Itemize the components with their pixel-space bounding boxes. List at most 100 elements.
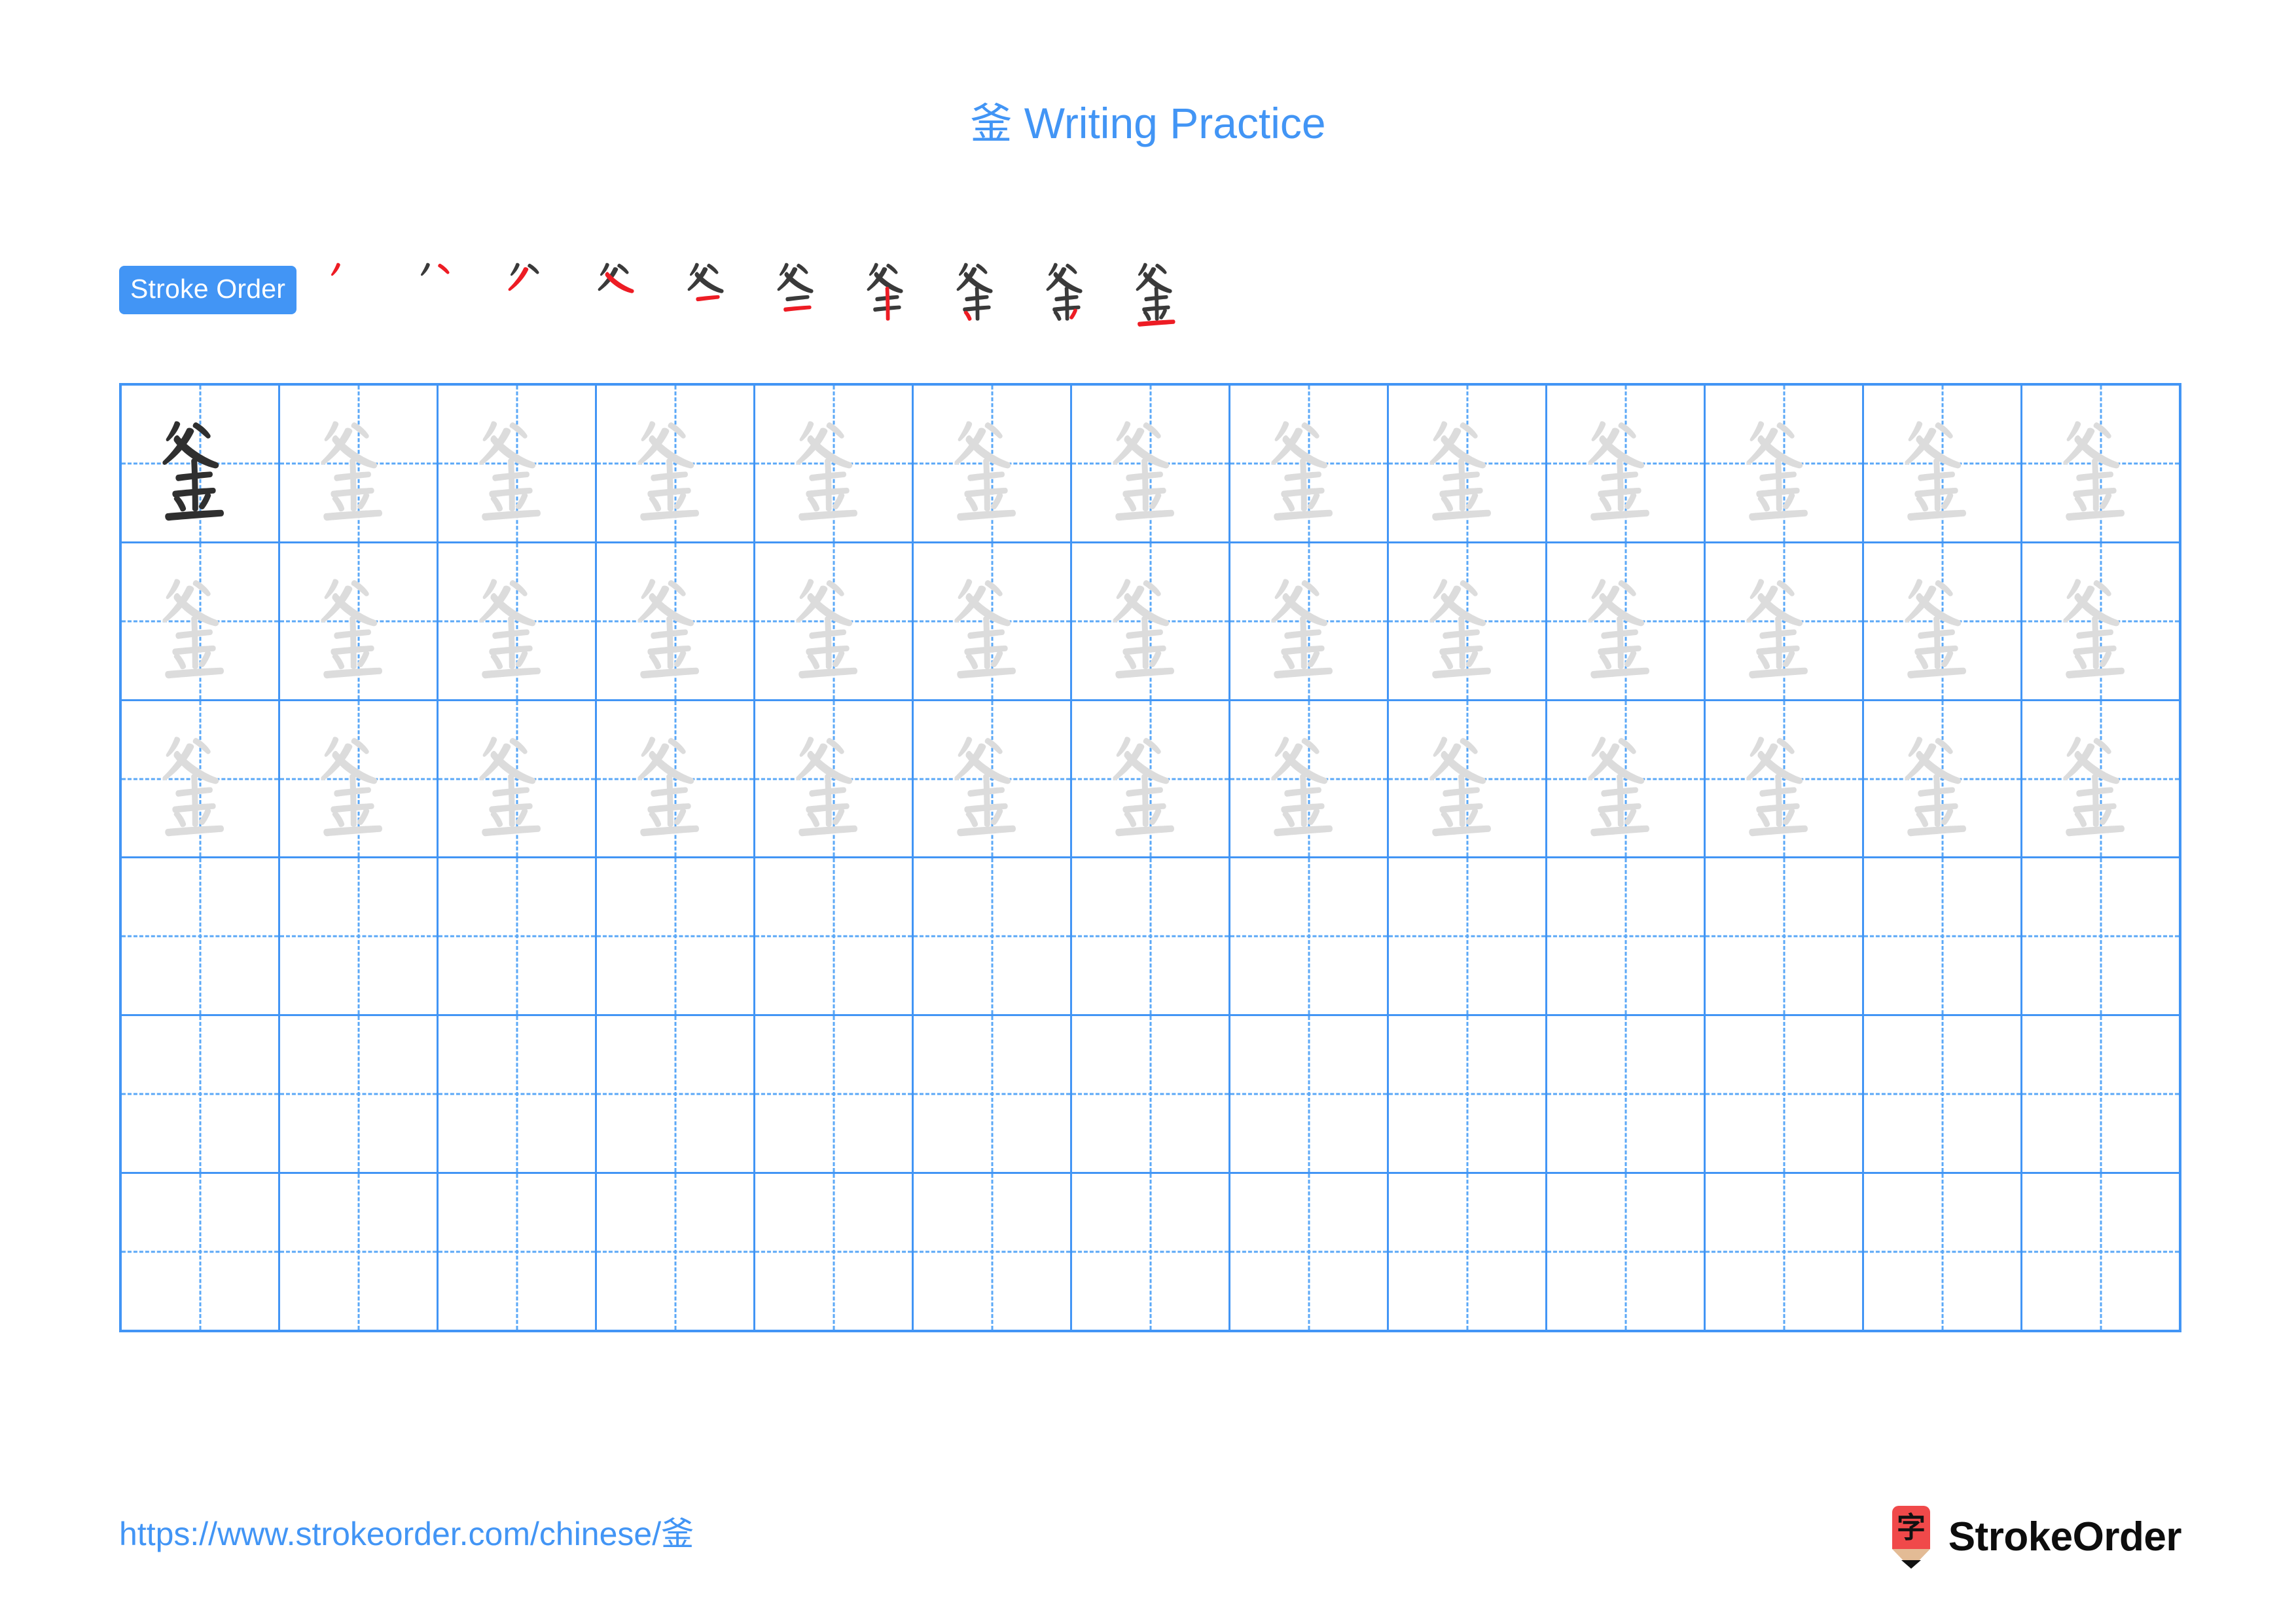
practice-cell[interactable] [439, 1016, 597, 1173]
footer-url-link[interactable]: https://www.strokeorder.com/chinese/釜 [119, 1518, 694, 1550]
practice-cell[interactable] [1547, 386, 1706, 541]
practice-cell[interactable] [755, 701, 914, 857]
brand-name: StrokeOrder [1948, 1514, 2182, 1559]
practice-cell[interactable] [755, 543, 914, 699]
practice-cell[interactable] [1864, 1174, 2022, 1330]
practice-cell[interactable] [1389, 1174, 1547, 1330]
practice-cell[interactable] [1547, 701, 1706, 857]
practice-cell[interactable] [1230, 543, 1389, 699]
practice-cell[interactable] [1864, 701, 2022, 857]
stroke-order-stage [936, 248, 1026, 332]
practice-cell[interactable] [2022, 858, 2179, 1014]
practice-cell[interactable] [1072, 1174, 1230, 1330]
practice-cell[interactable] [1864, 858, 2022, 1015]
practice-cell[interactable] [1072, 858, 1230, 1015]
practice-cell[interactable] [439, 701, 597, 857]
practice-cell[interactable] [280, 386, 439, 541]
practice-cell[interactable] [1389, 701, 1547, 857]
practice-cell[interactable] [1230, 1174, 1389, 1330]
stroke-order-badge: Stroke Order [119, 266, 297, 314]
practice-cell[interactable] [597, 386, 755, 541]
practice-cell[interactable] [597, 543, 755, 699]
practice-cell[interactable] [280, 701, 439, 857]
practice-cell[interactable] [597, 1174, 755, 1330]
practice-cell[interactable] [2022, 543, 2179, 699]
practice-cell[interactable] [755, 1016, 914, 1173]
practice-cell[interactable] [439, 1174, 597, 1330]
trace-character [1706, 701, 1862, 857]
practice-cell[interactable] [1389, 1016, 1547, 1173]
stroke-order-stage [577, 248, 667, 332]
practice-cell[interactable] [1864, 386, 2022, 541]
practice-cell[interactable] [1706, 1016, 1864, 1173]
practice-cell[interactable] [122, 1016, 280, 1173]
practice-cell[interactable] [755, 386, 914, 541]
practice-cell[interactable] [914, 858, 1072, 1015]
practice-cell[interactable] [914, 543, 1072, 699]
stroke-order-stage [757, 248, 846, 332]
practice-cell[interactable] [1230, 386, 1389, 541]
trace-character [1547, 543, 1704, 699]
practice-cell[interactable] [1072, 701, 1230, 857]
practice-cell[interactable] [2022, 701, 2179, 857]
practice-cell[interactable] [122, 386, 280, 541]
practice-cell[interactable] [755, 858, 914, 1015]
practice-cell[interactable] [280, 1016, 439, 1173]
practice-cell[interactable] [914, 701, 1072, 857]
practice-cell[interactable] [439, 543, 597, 699]
practice-cell[interactable] [1864, 1016, 2022, 1173]
practice-grid-row [122, 1016, 2179, 1175]
practice-cell[interactable] [280, 1174, 439, 1330]
practice-cell[interactable] [1072, 386, 1230, 541]
practice-cell[interactable] [122, 858, 280, 1015]
practice-cell[interactable] [122, 1174, 280, 1330]
practice-cell[interactable] [914, 1174, 1072, 1330]
trace-character [1864, 543, 2020, 699]
practice-cell[interactable] [597, 1016, 755, 1173]
practice-cell[interactable] [597, 858, 755, 1015]
trace-character [1864, 701, 2020, 857]
stroke-order-sequence [308, 248, 1205, 332]
practice-cell[interactable] [1706, 543, 1864, 699]
practice-cell[interactable] [914, 386, 1072, 541]
practice-cell[interactable] [1389, 386, 1547, 541]
practice-cell[interactable] [1389, 543, 1547, 699]
practice-cell[interactable] [597, 701, 755, 857]
trace-character [1389, 543, 1545, 699]
practice-cell[interactable] [1072, 543, 1230, 699]
practice-cell[interactable] [1072, 1016, 1230, 1173]
trace-character [1547, 701, 1704, 857]
practice-cell[interactable] [1547, 1016, 1706, 1173]
practice-cell[interactable] [122, 701, 280, 857]
trace-character [2022, 386, 2179, 541]
practice-cell[interactable] [2022, 386, 2179, 541]
practice-cell[interactable] [439, 386, 597, 541]
practice-cell[interactable] [1706, 1174, 1864, 1330]
practice-cell[interactable] [1547, 1174, 1706, 1330]
practice-cell[interactable] [914, 1016, 1072, 1173]
practice-cell[interactable] [1547, 858, 1706, 1015]
page-title: 釜 Writing Practice [0, 101, 2296, 145]
practice-cell[interactable] [1547, 543, 1706, 699]
trace-character [280, 386, 437, 541]
brand-logo[interactable]: 字 StrokeOrder [1888, 1506, 2182, 1569]
practice-cell[interactable] [280, 543, 439, 699]
practice-cell[interactable] [122, 543, 280, 699]
practice-cell[interactable] [1706, 386, 1864, 541]
practice-cell[interactable] [1706, 858, 1864, 1015]
practice-cell[interactable] [1706, 701, 1864, 857]
trace-character [2022, 701, 2179, 857]
practice-cell[interactable] [1230, 1016, 1389, 1173]
practice-grid-row [122, 386, 2179, 543]
practice-cell[interactable] [1864, 543, 2022, 699]
practice-cell[interactable] [280, 858, 439, 1015]
practice-cell[interactable] [439, 858, 597, 1015]
practice-cell[interactable] [1389, 858, 1547, 1015]
practice-cell[interactable] [1230, 701, 1389, 857]
practice-cell[interactable] [2022, 1016, 2179, 1172]
practice-cell[interactable] [1230, 858, 1389, 1015]
trace-character [597, 386, 753, 541]
practice-cell[interactable] [755, 1174, 914, 1330]
trace-character [1547, 386, 1704, 541]
practice-cell[interactable] [2022, 1174, 2179, 1330]
